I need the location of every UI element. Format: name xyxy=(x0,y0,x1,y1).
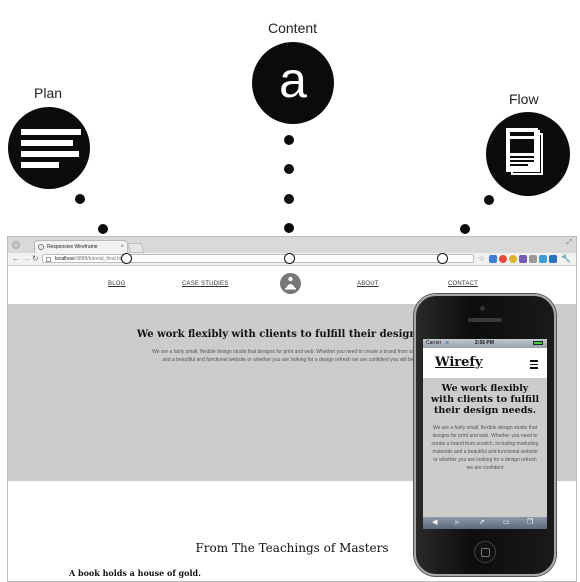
url-host: localhost xyxy=(55,256,75,262)
content-connector-dot xyxy=(284,194,294,204)
list-lines-icon xyxy=(21,129,81,168)
back-arrow-icon[interactable]: ← xyxy=(12,253,20,265)
tab-title: Responsive Wireframe xyxy=(47,244,98,250)
flow-endpoint-ring xyxy=(437,253,448,264)
content-circle: a xyxy=(252,42,334,124)
flow-label: Flow xyxy=(509,91,539,107)
content-endpoint-ring xyxy=(284,253,295,264)
browser-tab-strip: Responsive Wireframe × ⤢ xyxy=(8,237,576,254)
resize-icon[interactable]: ⤢ xyxy=(566,239,572,247)
camera-icon xyxy=(480,306,485,311)
plan-label: Plan xyxy=(34,85,63,101)
site-logo[interactable] xyxy=(280,273,301,294)
battery-icon xyxy=(533,341,543,345)
bookmark-star-icon[interactable]: ☆ xyxy=(478,253,485,265)
browser-tab[interactable]: Responsive Wireframe × xyxy=(34,240,128,253)
pages-icon[interactable]: ❐ xyxy=(527,517,533,529)
hamburger-menu-icon[interactable] xyxy=(530,360,538,371)
address-bar[interactable]: localhost:8888/tutorial_final.html xyxy=(42,254,474,263)
plan-connector-dot xyxy=(98,224,108,234)
content-connector-dot xyxy=(284,135,294,145)
extension-icon[interactable] xyxy=(489,255,497,263)
mobile-header: Wirefy xyxy=(423,348,547,378)
plan-endpoint-ring xyxy=(121,253,132,264)
new-tab-button[interactable] xyxy=(127,243,145,253)
content-connector-dot xyxy=(284,164,294,174)
extension-icon[interactable] xyxy=(499,255,507,263)
mobile-hero-title: We work flexibly with clients to fulfill… xyxy=(430,383,540,416)
carrier-label: Carrier xyxy=(426,340,442,346)
favicon-icon xyxy=(38,244,44,250)
letter-a-icon: a xyxy=(279,52,307,108)
phone-screen: Carrier ≋ 2:56 PM Wirefy We work flexibl… xyxy=(423,339,547,529)
window-close-button[interactable] xyxy=(12,241,20,249)
wrench-icon[interactable]: 🔧 xyxy=(561,253,571,265)
flow-circle xyxy=(486,112,570,196)
back-icon[interactable]: ◀ xyxy=(432,517,437,529)
forward-icon[interactable]: ▶ xyxy=(455,517,460,529)
buddha-icon xyxy=(285,276,296,290)
status-bar: Carrier ≋ 2:56 PM xyxy=(423,339,547,348)
reload-icon[interactable]: ↻ xyxy=(32,253,39,265)
extension-icon[interactable] xyxy=(509,255,517,263)
wifi-icon: ≋ xyxy=(445,340,450,346)
bookmarks-icon[interactable]: ▭ xyxy=(503,517,510,529)
home-button[interactable] xyxy=(474,541,496,563)
content-connector-dot xyxy=(284,223,294,233)
safari-toolbar: ◀ ▶ ⇗ ▭ ❐ xyxy=(423,517,547,529)
extension-icon[interactable] xyxy=(539,255,547,263)
share-icon[interactable]: ⇗ xyxy=(479,517,485,529)
mobile-hero-text: We are a fairly small, flexible design s… xyxy=(431,425,539,471)
url-path: :8888/tutorial_final.html xyxy=(74,256,127,262)
plan-circle xyxy=(8,107,90,189)
forward-arrow-icon[interactable]: → xyxy=(22,253,30,265)
quote-text: A book holds a house of gold. xyxy=(69,568,201,578)
flow-connector-dot xyxy=(460,224,470,234)
nav-link-case-studies[interactable]: CASE STUDIES xyxy=(182,281,228,287)
status-time: 2:56 PM xyxy=(475,340,494,346)
mobile-logo[interactable]: Wirefy xyxy=(435,355,483,370)
page-icon xyxy=(46,257,51,262)
home-square-icon xyxy=(481,548,490,557)
extension-icon[interactable] xyxy=(529,255,537,263)
nav-link-blog[interactable]: BLOG xyxy=(108,281,125,287)
extension-icon[interactable] xyxy=(519,255,527,263)
content-label: Content xyxy=(268,20,318,36)
flow-connector-dot xyxy=(484,195,494,205)
speaker-grille xyxy=(468,318,502,322)
plan-connector-dot xyxy=(75,194,85,204)
nav-link-contact[interactable]: CONTACT xyxy=(448,281,478,287)
nav-link-about[interactable]: ABOUT xyxy=(357,281,379,287)
document-icon xyxy=(506,128,543,175)
extension-icon[interactable] xyxy=(549,255,557,263)
iphone-device: Carrier ≋ 2:56 PM Wirefy We work flexibl… xyxy=(414,294,556,576)
